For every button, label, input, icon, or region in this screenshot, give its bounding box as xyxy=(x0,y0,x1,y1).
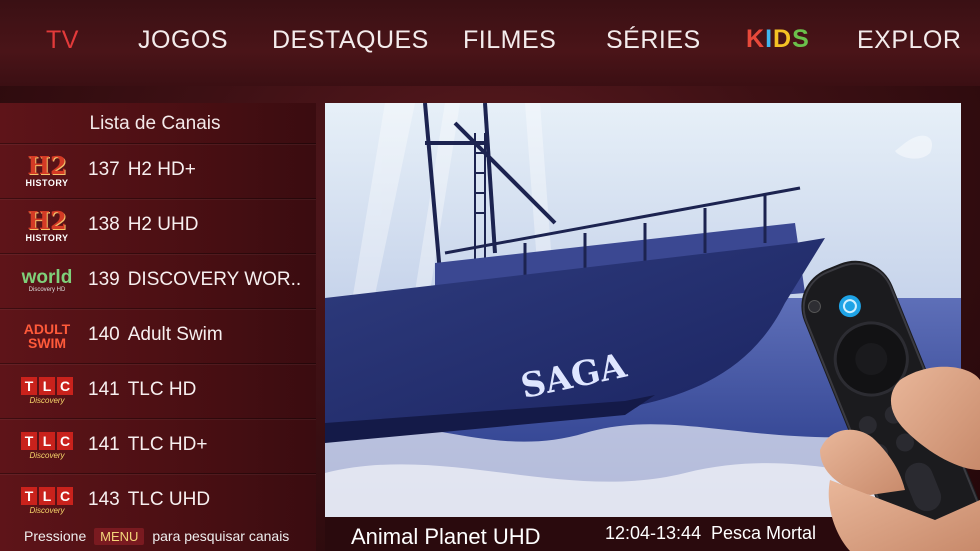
tab-kids-letter: K xyxy=(746,25,766,53)
tlc-logo-sub: Discovery xyxy=(29,506,65,515)
channel-number: 138 xyxy=(88,214,120,235)
adult-swim-logo-line2: SWIM xyxy=(27,335,67,351)
channel-number: 141 xyxy=(88,434,120,455)
channel-number: 140 xyxy=(88,324,120,345)
world-logo-text: world xyxy=(21,267,73,288)
tlc-letter: T xyxy=(21,432,37,450)
channel-number: 143 xyxy=(88,489,120,510)
tlc-logo-mark: T L C xyxy=(21,377,73,395)
channel-label: 139 DISCOVERY WOR.. xyxy=(88,269,301,291)
tlc-letter: L xyxy=(39,432,55,450)
channel-number: 139 xyxy=(88,269,120,290)
channel-row[interactable]: T L C Discovery 141 TLC HD xyxy=(0,363,316,418)
tlc-logo: T L C Discovery xyxy=(18,425,76,467)
now-playing-channel: Animal Planet UHD xyxy=(351,524,541,549)
history-logo-mark: H2 xyxy=(27,206,67,235)
tab-kids-letter: I xyxy=(765,25,774,53)
search-hint: Pressione MENU para pesquisar canais xyxy=(24,528,289,545)
channel-name: TLC HD+ xyxy=(127,434,208,455)
tab-filmes[interactable]: FILMES xyxy=(463,26,556,55)
channel-label: 140 Adult Swim xyxy=(88,324,223,346)
channel-name: H2 HD+ xyxy=(127,159,196,180)
now-playing-bar: Animal Planet UHD 12:04-13:44 Pesca Mort… xyxy=(325,517,961,551)
channel-row[interactable]: world Discovery HD 139 DISCOVERY WOR.. xyxy=(0,253,316,308)
channel-label: 141 TLC HD+ xyxy=(88,434,207,456)
channel-number: 141 xyxy=(88,379,120,400)
tab-kids-letter: S xyxy=(792,25,810,53)
channel-list-title: Lista de Canais xyxy=(89,113,221,134)
tlc-logo: T L C Discovery xyxy=(18,370,76,412)
tab-tv[interactable]: TV xyxy=(46,26,79,55)
tab-series[interactable]: SÉRIES xyxy=(606,26,701,55)
channel-name: TLC UHD xyxy=(127,489,211,510)
channel-list-panel: Lista de Canais H2 HISTORY 137 H2 HD+ H2 … xyxy=(0,103,316,551)
history-logo-text: HISTORY xyxy=(25,233,69,243)
search-hint-suffix: para pesquisar canais xyxy=(152,528,290,544)
history-logo-text: HISTORY xyxy=(25,178,69,188)
tab-destaques[interactable]: DESTAQUES xyxy=(272,26,429,55)
adult-swim-logo: ADULT SWIM xyxy=(18,315,76,357)
channel-label: 143 TLC UHD xyxy=(88,489,210,511)
tlc-logo-sub: Discovery xyxy=(29,396,65,405)
tlc-logo-mark: T L C xyxy=(21,487,73,505)
world-logo-sub: Discovery HD xyxy=(28,287,66,293)
top-navigation: TV JOGOS DESTAQUES FILMES SÉRIES KIDS EX… xyxy=(0,0,980,86)
tab-explorar[interactable]: EXPLOR xyxy=(857,26,961,55)
history-logo-mark: H2 xyxy=(27,151,67,180)
search-hint-prefix: Pressione xyxy=(24,528,87,544)
history-logo: H2 HISTORY xyxy=(18,205,76,247)
adult-swim-logo-line1: ADULT xyxy=(23,321,71,337)
tab-kids-letter: D xyxy=(773,25,793,53)
channel-name: H2 UHD xyxy=(127,214,199,235)
tlc-letter: C xyxy=(57,377,73,395)
now-playing-program: Pesca Mortal xyxy=(711,523,817,543)
channel-row[interactable]: H2 HISTORY 137 H2 HD+ xyxy=(0,143,316,198)
menu-key-badge: MENU xyxy=(94,528,145,545)
channel-label: 138 H2 UHD xyxy=(88,214,198,236)
channel-name: TLC HD xyxy=(127,379,197,400)
tlc-letter: C xyxy=(57,487,73,505)
tlc-letter: T xyxy=(21,377,37,395)
tab-jogos[interactable]: JOGOS xyxy=(138,26,228,55)
tlc-letter: C xyxy=(57,432,73,450)
channel-label: 137 H2 HD+ xyxy=(88,159,196,181)
history-logo: H2 HISTORY xyxy=(18,150,76,192)
channel-row[interactable]: ADULT SWIM 140 Adult Swim xyxy=(0,308,316,363)
channel-row[interactable]: T L C Discovery 143 TLC UHD xyxy=(0,473,316,528)
tlc-logo-mark: T L C xyxy=(21,432,73,450)
channel-list: H2 HISTORY 137 H2 HD+ H2 HISTORY 138 H2 UH… xyxy=(0,143,316,528)
channel-name: DISCOVERY WOR.. xyxy=(127,269,302,290)
video-preview[interactable]: SAGA xyxy=(325,103,961,517)
tab-kids[interactable]: KIDS xyxy=(746,25,810,54)
tlc-letter: L xyxy=(39,377,55,395)
channel-row[interactable]: H2 HISTORY 138 H2 UHD xyxy=(0,198,316,253)
now-playing-time: 12:04-13:44 xyxy=(605,523,702,543)
channel-label: 141 TLC HD xyxy=(88,379,196,401)
channel-name: Adult Swim xyxy=(127,324,223,345)
tlc-logo-sub: Discovery xyxy=(29,451,65,460)
boat-scene: SAGA xyxy=(325,103,961,517)
tlc-letter: T xyxy=(21,487,37,505)
tlc-letter: L xyxy=(39,487,55,505)
tlc-logo: T L C Discovery xyxy=(18,480,76,522)
discovery-world-logo: world Discovery HD xyxy=(18,260,76,302)
channel-number: 137 xyxy=(88,159,120,180)
channel-row[interactable]: T L C Discovery 141 TLC HD+ xyxy=(0,418,316,473)
